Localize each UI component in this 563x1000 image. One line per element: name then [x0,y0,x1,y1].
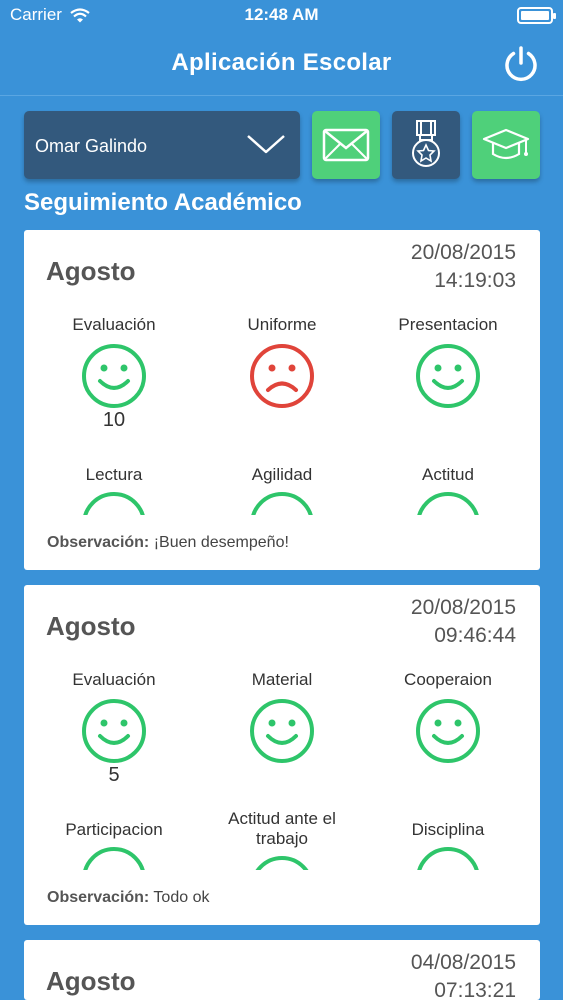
happy-face-icon [83,847,145,870]
metric-label: Evaluación [72,315,156,334]
card-month: Agosto [46,611,136,641]
section-title: Seguimiento Académico [24,189,302,216]
happy-face-icon [82,344,146,408]
metric-disciplina: Disciplina [368,820,528,870]
happy-face-icon [251,492,313,515]
card-date: 20/08/2015 [410,241,516,264]
metric-label: Evaluación [72,670,156,689]
metric-label: Actitud ante el trabajo [228,809,336,848]
nav-bar: Aplicación Escolar [0,32,563,96]
happy-face-icon [82,699,146,763]
metric-uniforme: Uniforme [202,315,362,409]
card-date: 20/08/2015 [410,596,516,619]
academics-button[interactable] [472,111,540,179]
metric-participacion: Participacion [34,820,194,870]
toolbar: Omar Galindo [24,111,540,179]
metric-actitud-trabajo: Actitud ante el trabajo [202,809,362,870]
metric-label: Uniforme [247,315,317,334]
student-dropdown[interactable]: Omar Galindo [24,111,300,179]
metrics-row-2[interactable]: Participacion Actitud ante el trabajo Di… [24,805,540,870]
metric-label: Disciplina [411,820,485,839]
card-date: 04/08/2015 [410,951,516,974]
metric-score: 5 [108,764,120,786]
metric-lectura: Lectura [34,465,194,515]
metrics-row-2[interactable]: Lectura Agilidad Actitud [24,460,540,515]
metric-label: Lectura [85,465,143,484]
observation: Observación: Todo ok [47,889,209,907]
card-month: Agosto [46,256,136,286]
sad-face-icon [250,344,314,408]
metric-label: Material [251,670,313,689]
metric-actitud: Actitud [368,465,528,515]
observation-label: Observación: [47,534,150,551]
happy-face-icon [416,344,480,408]
status-time: 12:48 AM [244,5,319,24]
tracking-card[interactable]: Agosto 04/08/2015 07:13:21 [24,940,540,1000]
mail-icon [322,128,370,162]
messages-button[interactable] [312,111,380,179]
metric-material: Material [202,670,362,764]
metric-agilidad: Agilidad [202,465,362,515]
observation: Observación: ¡Buen desempeño! [47,534,289,552]
metric-label: Participacion [65,820,163,839]
metric-cooperacion: Cooperaion [368,670,528,764]
metric-label: Actitud [422,465,474,484]
card-time: 09:46:44 [434,624,516,647]
observation-text: ¡Buen desempeño! [153,534,289,551]
metric-label: Presentacion [398,315,498,334]
student-name: Omar Galindo [35,136,148,156]
happy-face-icon [417,492,479,515]
metric-evaluacion: Evaluación 10 [34,315,194,432]
card-time: 14:19:03 [434,269,516,292]
power-icon[interactable] [501,44,541,84]
chevron-down-icon [247,135,285,154]
observation-label: Observación: [47,889,150,906]
app-title: Aplicación Escolar [171,49,392,76]
metric-label: Agilidad [251,465,313,484]
metric-evaluacion: Evaluación 5 [34,670,194,787]
battery-icon [517,7,556,24]
happy-face-icon [250,699,314,763]
status-bar: Carrier 12:48 AM [0,0,563,32]
metric-score: 10 [102,409,126,431]
happy-face-icon [255,856,309,870]
metric-presentacion: Presentacion [368,315,528,409]
medal-icon [412,120,440,167]
happy-face-icon [83,492,145,515]
happy-face-icon [416,699,480,763]
card-time: 07:13:21 [434,979,516,1000]
graduation-cap-icon [482,128,530,160]
tracking-card[interactable]: Agosto 20/08/2015 09:46:44 Evaluación 5 … [24,585,540,925]
card-month: Agosto [46,966,136,996]
achievements-button[interactable] [392,111,460,179]
metric-label: Cooperaion [404,670,492,689]
happy-face-icon [417,847,479,870]
tracking-card[interactable]: Agosto 20/08/2015 14:19:03 Evaluación 10… [24,230,540,570]
observation-text: Todo ok [153,889,210,906]
